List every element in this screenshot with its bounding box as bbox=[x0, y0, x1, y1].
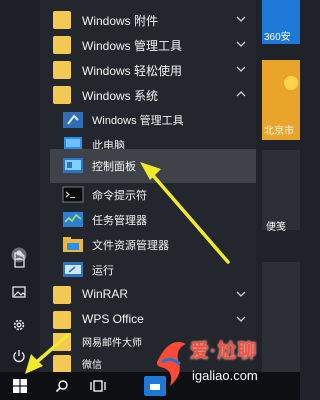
control-panel-icon bbox=[63, 158, 83, 173]
file-explorer-icon bbox=[63, 237, 83, 252]
folder-icon bbox=[53, 86, 71, 104]
app-item-label: 控制面板 bbox=[92, 161, 136, 173]
documents-icon[interactable] bbox=[8, 249, 30, 271]
pictures-icon[interactable] bbox=[8, 281, 30, 303]
chevron-down-icon bbox=[236, 41, 246, 47]
tile-360[interactable]: 360安 bbox=[262, 0, 300, 44]
tile-360-label: 360安 bbox=[264, 32, 291, 43]
tile-sticky-notes[interactable]: 便笺 bbox=[262, 150, 300, 233]
app-list: Windows 附件 Windows 管理工具 Windows 轻松使用 Win… bbox=[40, 0, 256, 373]
watermark: 爱·尬聊 igaliao.com bbox=[150, 334, 300, 394]
chevron-down-icon bbox=[236, 291, 246, 297]
task-manager-icon bbox=[63, 212, 83, 227]
tile-sticky-label: 便笺 bbox=[266, 222, 286, 233]
windows-logo-icon bbox=[13, 379, 27, 393]
start-button[interactable] bbox=[2, 372, 38, 400]
app-item-label: 文件资源管理器 bbox=[92, 240, 169, 252]
cmd-icon bbox=[62, 186, 84, 203]
sun-icon bbox=[284, 76, 298, 90]
folder-icon bbox=[53, 355, 71, 373]
watermark-logo-icon bbox=[156, 342, 186, 386]
app-item-label: 微信 bbox=[82, 360, 102, 371]
power-icon[interactable] bbox=[8, 345, 30, 367]
app-item-label: 运行 bbox=[92, 265, 114, 277]
admin-tools-icon bbox=[63, 112, 83, 128]
watermark-text: 爱·尬聊 bbox=[190, 341, 258, 362]
start-sidebar bbox=[0, 0, 40, 372]
app-item-label: WinRAR bbox=[82, 287, 129, 301]
app-item-label: 任务管理器 bbox=[92, 215, 147, 227]
tile-weather-label: 北京市 bbox=[264, 126, 294, 137]
app-item-label: Windows 附件 bbox=[82, 14, 159, 28]
tile-area: 360安 北京市 便笺 bbox=[256, 0, 300, 372]
folder-icon bbox=[53, 36, 71, 54]
chevron-down-icon bbox=[236, 66, 246, 72]
chevron-down-icon bbox=[236, 316, 246, 322]
app-item-label: WPS Office bbox=[82, 312, 144, 326]
chevron-up-icon bbox=[236, 91, 246, 97]
app-item-label: Windows 管理工具 bbox=[92, 115, 184, 127]
folder-icon bbox=[53, 11, 71, 29]
chevron-down-icon bbox=[236, 16, 246, 22]
folder-icon bbox=[53, 61, 71, 79]
tile-weather[interactable]: 北京市 bbox=[262, 60, 300, 140]
folder-icon bbox=[53, 286, 71, 304]
settings-gear-icon[interactable] bbox=[8, 314, 30, 336]
watermark-domain: igaliao.com bbox=[192, 368, 258, 383]
app-item-label: Windows 管理工具 bbox=[82, 39, 183, 53]
app-item-label: Windows 系统 bbox=[82, 89, 159, 103]
search-button[interactable] bbox=[44, 372, 80, 400]
run-icon bbox=[63, 262, 83, 277]
task-view-button[interactable] bbox=[80, 372, 116, 400]
search-icon bbox=[55, 380, 68, 393]
task-view-icon bbox=[90, 380, 106, 392]
app-item-label: Windows 轻松使用 bbox=[82, 64, 183, 78]
app-item-label: 命令提示符 bbox=[92, 190, 147, 202]
